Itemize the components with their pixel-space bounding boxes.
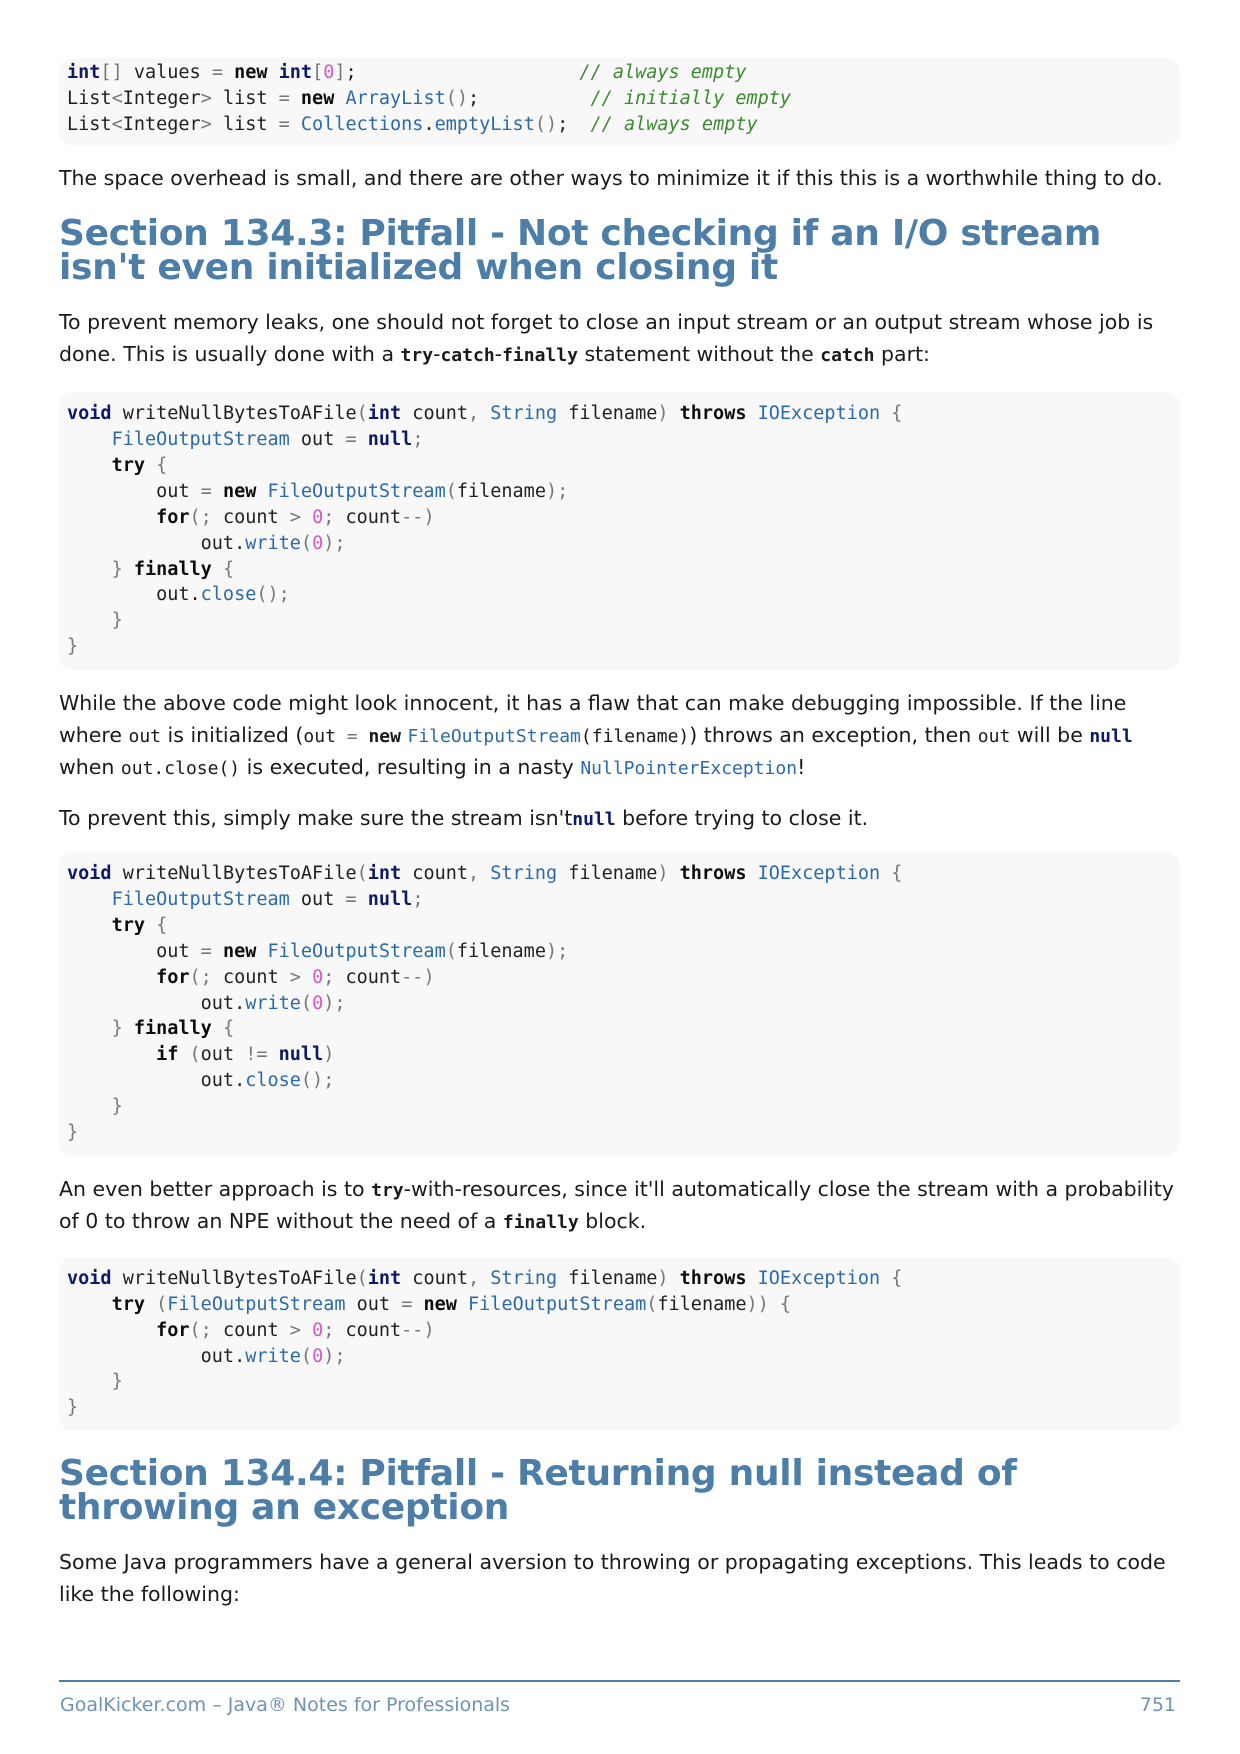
paragraph-space-overhead: The space overhead is small, and there a… bbox=[59, 165, 1163, 190]
code-block-write-null-bytes-v2: void writeNullBytesToAFile(int count, St… bbox=[59, 852, 1180, 1156]
code-line: void writeNullBytesToAFile(int count, St… bbox=[67, 863, 903, 885]
code-line: out.write(0); bbox=[67, 532, 346, 554]
section-134-4-title: Section 134.4: Pitfall - Returning null … bbox=[59, 1453, 1017, 1529]
footer-source: GoalKicker.com – Java® Notes for Profess… bbox=[60, 1694, 511, 1716]
code-line: FileOutputStream out = null; bbox=[111, 888, 424, 910]
code-line: out.write(0); bbox=[67, 992, 346, 1014]
paragraph-null-check: To prevent this, simply make sure the st… bbox=[59, 805, 869, 830]
page-footer: GoalKicker.com – Java® Notes for Profess… bbox=[59, 1680, 1180, 1716]
code-block-empty-collections: int[] values = new int[0]; // always emp… bbox=[59, 58, 1180, 146]
code-line: try { bbox=[111, 914, 168, 936]
code-line: void writeNullBytesToAFile(int count, St… bbox=[67, 403, 903, 425]
code-line: } finally { bbox=[111, 1018, 235, 1040]
code-line: List<Integer> list = new ArrayList(); //… bbox=[67, 87, 792, 109]
paragraph-exception-aversion: Some Java programmers have a general ave… bbox=[59, 1550, 1166, 1606]
section-134-3-title: Section 134.3: Pitfall - Not checking if… bbox=[59, 213, 1102, 289]
code-line: FileOutputStream out = null; bbox=[111, 429, 424, 451]
code-line: out = new FileOutputStream(filename); bbox=[67, 480, 569, 502]
code-line: try (FileOutputStream out = new FileOutp… bbox=[111, 1293, 792, 1315]
code-line: } finally { bbox=[111, 558, 235, 580]
code-line: } bbox=[111, 1371, 123, 1393]
code-line: } bbox=[67, 636, 79, 658]
code-line: } bbox=[111, 610, 123, 632]
page-content: int[] values = new int[0]; // always emp… bbox=[59, 58, 1180, 1610]
code-line: out.close(); bbox=[67, 1070, 335, 1092]
code-line: for(; count > 0; count--) bbox=[156, 966, 435, 988]
code-block-write-null-bytes-v3: void writeNullBytesToAFile(int count, St… bbox=[59, 1256, 1180, 1432]
paragraph-try-with-resources: An even better approach is to try-with-r… bbox=[59, 1176, 1174, 1234]
code-line: void writeNullBytesToAFile(int count, St… bbox=[67, 1267, 903, 1289]
paragraph-prevent-leaks: To prevent memory leaks, one should not … bbox=[59, 310, 1154, 366]
code-line: out.close(); bbox=[67, 584, 290, 606]
code-line: } bbox=[111, 1096, 123, 1118]
code-block-write-null-bytes-v1: void writeNullBytesToAFile(int count, St… bbox=[59, 392, 1180, 671]
code-line: for(; count > 0; count--) bbox=[156, 506, 435, 528]
code-line: out.write(0); bbox=[67, 1345, 346, 1367]
code-line: List<Integer> list = Collections.emptyLi… bbox=[67, 113, 758, 135]
code-line: out = new FileOutputStream(filename); bbox=[67, 940, 569, 962]
code-line: } bbox=[67, 1121, 79, 1143]
code-line: } bbox=[67, 1397, 79, 1419]
page-number: 751 bbox=[1139, 1694, 1176, 1716]
code-line: for(; count > 0; count--) bbox=[156, 1319, 435, 1341]
code-line: if (out != null) bbox=[156, 1044, 335, 1066]
code-line: int[] values = new int[0]; // always emp… bbox=[67, 62, 747, 83]
code-line: try { bbox=[111, 454, 168, 476]
paragraph-flaw: While the above code might look innocent… bbox=[59, 691, 1133, 780]
